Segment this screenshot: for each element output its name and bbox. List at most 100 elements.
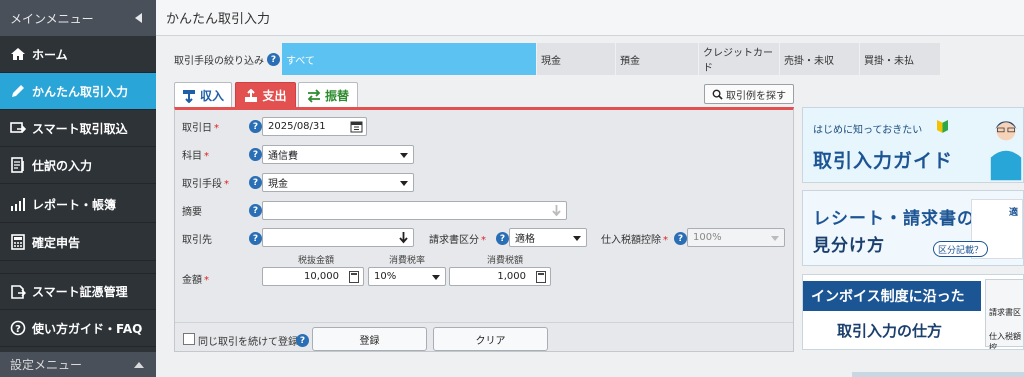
help-icon[interactable]: ?	[296, 334, 309, 347]
nav-item-home[interactable]: ホーム	[0, 36, 156, 73]
banner-receipt-invoice[interactable]: レシート・請求書の 見分け方 適 区分記載？	[802, 190, 1024, 266]
search-example-button[interactable]: 取引例を探す	[704, 84, 794, 104]
tax-rate-select[interactable]: 10%	[368, 267, 446, 286]
expand-up-arrow-icon[interactable]	[132, 358, 146, 372]
subject-select[interactable]: 通信費	[262, 145, 414, 164]
search-example-label: 取引例を探す	[726, 90, 786, 102]
filter-tab-cash[interactable]: 現金	[537, 43, 615, 75]
invoice-select[interactable]: 適格	[509, 228, 587, 247]
filter-tab-payable[interactable]: 買掛・未払	[860, 43, 940, 75]
tab-expense[interactable]: 支出	[235, 82, 296, 108]
nav-item-smart-voucher[interactable]: スマート証憑管理	[0, 273, 156, 310]
tax-value: 1,000	[497, 271, 526, 282]
nav-item-tax-return[interactable]: 確定申告	[0, 224, 156, 261]
register-button[interactable]: 登録	[312, 327, 427, 351]
filter-tab-all[interactable]: すべて	[282, 43, 536, 75]
settings-menu-header[interactable]: 設定メニュー	[0, 352, 156, 377]
pretax-value: 10,000	[304, 271, 339, 282]
dropdown-caret-icon	[400, 153, 408, 158]
nav-item-easy-entry[interactable]: かんたん取引入力	[0, 73, 156, 110]
nav-item-journal[interactable]: 仕訳の入力	[0, 147, 156, 184]
clear-label: クリア	[475, 335, 506, 347]
filter-tab-label: 売掛・未収	[784, 55, 834, 67]
question-icon: ?	[10, 320, 26, 336]
tab-transfer[interactable]: 振替	[298, 82, 358, 108]
filter-label: 取引手段の絞り込み ?	[174, 52, 280, 67]
filter-tab-deposit[interactable]: 預金	[616, 43, 698, 75]
filter-tab-label: すべて	[286, 55, 315, 67]
nav-item-guide-faq[interactable]: ? 使い方ガイド・FAQ	[0, 310, 156, 347]
sidebar: メインメニュー ホーム かんたん取引入力 スマート取引取込 仕訳の入力 レポート…	[0, 0, 156, 377]
method-label: 取引手段 *	[182, 179, 229, 190]
summary-input[interactable]	[262, 201, 567, 220]
illustration-text-1: 請求書区	[989, 308, 1021, 317]
help-icon[interactable]: ?	[674, 232, 687, 245]
pretax-amount-input[interactable]: 10,000	[262, 267, 364, 286]
beginner-mark-icon	[937, 120, 948, 133]
illustration-text-2: 仕入税額控	[989, 332, 1021, 350]
subject-label: 科目 *	[182, 151, 209, 162]
help-icon[interactable]: ?	[249, 120, 262, 133]
date-field[interactable]: 2025/08/31	[262, 117, 367, 136]
nav-label: スマート取引取込	[32, 121, 128, 136]
deduction-select[interactable]: 100%	[687, 228, 785, 247]
receipt-side-text: 適	[1009, 208, 1019, 218]
main-menu-title: メインメニュー	[10, 11, 94, 26]
help-icon[interactable]: ?	[267, 53, 280, 66]
page-header: かんたん取引入力	[156, 0, 1024, 36]
repeat-checkbox[interactable]	[183, 333, 195, 345]
tab-income[interactable]: 収入	[174, 82, 232, 108]
amount-label: 金額 *	[182, 275, 209, 286]
banner-invoice-system[interactable]: インボイス制度に沿った 取引入力の仕方 請求書区 仕入税額控	[802, 274, 1024, 350]
banner-title-line2: 見分け方	[813, 236, 885, 256]
partner-label: 取引先	[182, 235, 212, 246]
filter-tab-credit-card[interactable]: クレジットカード	[699, 43, 779, 75]
filter-label-text: 取引手段の絞り込み	[174, 56, 264, 67]
help-icon[interactable]: ?	[249, 204, 262, 217]
nav-label: 使い方ガイド・FAQ	[32, 321, 143, 336]
down-arrow-icon[interactable]	[550, 204, 563, 217]
tax-amount-input[interactable]: 1,000	[449, 267, 551, 286]
calculator-icon[interactable]	[349, 271, 359, 283]
transfer-arrows-icon	[307, 88, 321, 103]
nav-label: ホーム	[32, 47, 68, 62]
deduction-label: 仕入税額控除 *	[601, 235, 668, 246]
badge: 区分記載？	[933, 241, 989, 257]
partner-input[interactable]	[262, 228, 414, 247]
invoice-value: 適格	[515, 234, 535, 245]
nav-item-smart-import[interactable]: スマート取引取込	[0, 110, 156, 147]
help-icon[interactable]: ?	[249, 176, 262, 189]
date-label: 取引日 *	[182, 123, 219, 134]
svg-text:?: ?	[15, 324, 21, 335]
down-arrow-icon[interactable]	[397, 231, 410, 244]
nav-label: 確定申告	[32, 235, 81, 250]
filter-tab-receivable[interactable]: 売掛・未収	[780, 43, 859, 75]
nav-label: かんたん取引入力	[32, 84, 129, 99]
help-icon[interactable]: ?	[496, 232, 509, 245]
dropdown-caret-icon	[771, 236, 779, 241]
invoice-label: 請求書区分 *	[429, 235, 486, 246]
banner-subtitle: はじめに知っておきたい	[813, 125, 923, 136]
calculator-icon[interactable]	[536, 271, 546, 283]
settings-menu-title: 設定メニュー	[10, 358, 83, 372]
filter-tab-label: 買掛・未払	[864, 55, 914, 67]
collapse-arrow-icon[interactable]	[132, 11, 146, 25]
calendar-icon[interactable]	[350, 120, 363, 133]
method-select[interactable]: 現金	[262, 173, 414, 192]
nav-label: スマート証憑管理	[32, 285, 128, 299]
entry-form: 取引日 * ? 2025/08/31 科目 * ? 通信費 取引手段 * ? 現金 摘…	[174, 107, 794, 352]
tab-transfer-label: 振替	[324, 89, 349, 103]
form-divider	[175, 322, 793, 323]
clear-button[interactable]: クリア	[433, 327, 548, 351]
filter-tab-label: クレジットカード	[703, 48, 773, 74]
dropdown-caret-icon	[432, 275, 440, 280]
journal-icon	[11, 157, 24, 173]
nav-item-reports[interactable]: レポート・帳簿	[0, 186, 156, 223]
main-menu-header[interactable]: メインメニュー	[0, 0, 156, 36]
register-label: 登録	[359, 335, 380, 347]
help-icon[interactable]: ?	[249, 232, 262, 245]
help-icon[interactable]: ?	[249, 148, 262, 161]
method-value: 現金	[268, 179, 288, 190]
filter-tab-label: 預金	[620, 55, 640, 67]
banner-entry-guide[interactable]: はじめに知っておきたい 取引入力ガイド	[802, 107, 1024, 183]
